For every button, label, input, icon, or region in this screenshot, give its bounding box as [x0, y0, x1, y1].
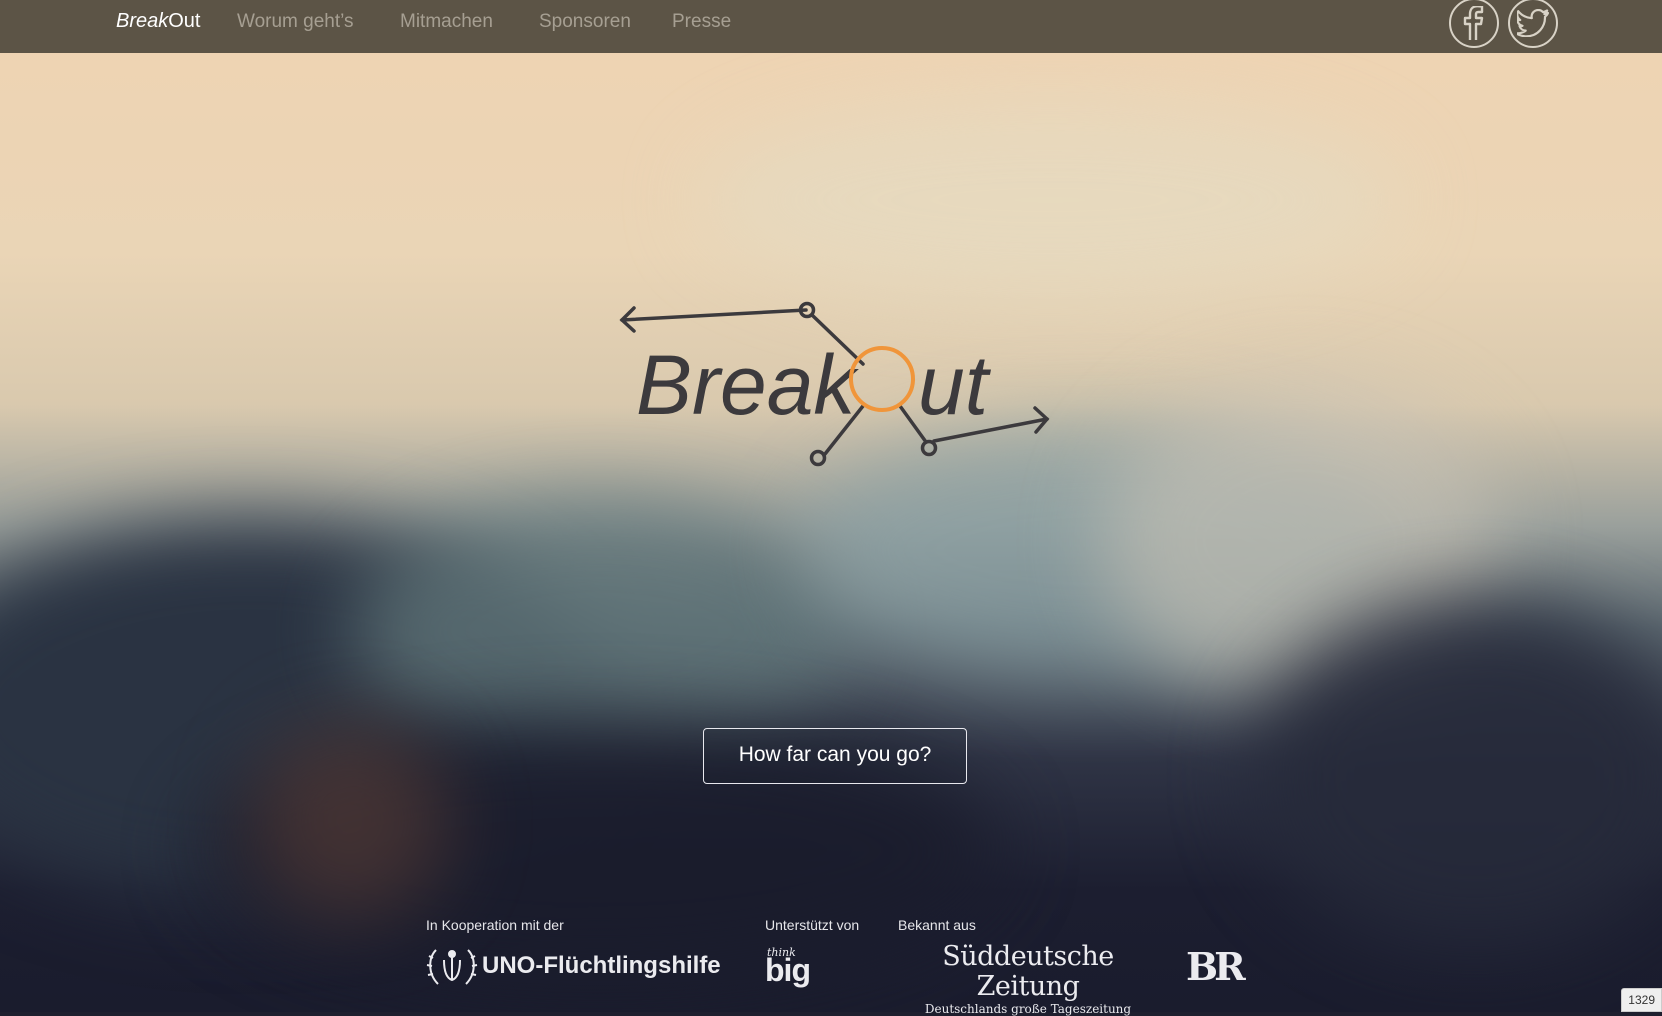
sz-logo-link[interactable]: Süddeutsche Zeitung Deutschlands große T…: [898, 942, 1158, 1016]
corner-badge: 1329: [1621, 988, 1662, 1012]
brand-regular: Out: [168, 10, 201, 32]
sz-tagline: Deutschlands große Tageszeitung: [924, 1002, 1132, 1016]
unhcr-laurel-icon: [426, 949, 478, 985]
thinkbig-logo-link[interactable]: think big: [765, 946, 825, 990]
supported-label: Unterstützt von: [765, 917, 860, 933]
bg-blob: [700, 100, 1400, 300]
route-node: [920, 439, 938, 457]
logo-text-break: Break: [636, 338, 859, 432]
unhcr-logo-link[interactable]: UNO-Flüchtlingshilfe: [426, 944, 721, 988]
breakout-logo: Break ut: [610, 296, 1060, 476]
sz-name: Süddeutsche Zeitung: [942, 941, 1114, 1002]
twitter-button[interactable]: [1508, 0, 1558, 48]
facebook-icon: [1463, 6, 1484, 40]
bg-blob: [250, 720, 450, 920]
top-navbar: BreakOut Worum geht’s Mitmachen Sponsore…: [0, 0, 1662, 53]
cta-button[interactable]: How far can you go?: [703, 728, 967, 784]
nav-link-presse[interactable]: Presse: [672, 11, 731, 33]
facebook-button[interactable]: [1449, 0, 1499, 48]
nav-link-sponsoren[interactable]: Sponsoren: [539, 11, 631, 33]
route-node: [809, 449, 827, 467]
logo-text-ut: ut: [918, 338, 992, 432]
brand-italic: Break: [116, 10, 169, 32]
known-label: Bekannt aus: [898, 917, 976, 933]
background-image: [0, 0, 1662, 1012]
twitter-icon: [1517, 9, 1549, 37]
cooperation-label: In Kooperation mit der: [426, 917, 564, 933]
unhcr-name: UNO-Flüchtlingshilfe: [482, 952, 721, 979]
logo-o-circle: [849, 346, 915, 412]
nav-link-worum[interactable]: Worum geht’s: [237, 11, 354, 33]
brand-link[interactable]: BreakOut: [116, 10, 201, 33]
thinkbig-big: big: [765, 952, 811, 988]
nav-link-mitmachen[interactable]: Mitmachen: [400, 11, 493, 33]
br-logo-link[interactable]: BR: [1186, 944, 1246, 989]
